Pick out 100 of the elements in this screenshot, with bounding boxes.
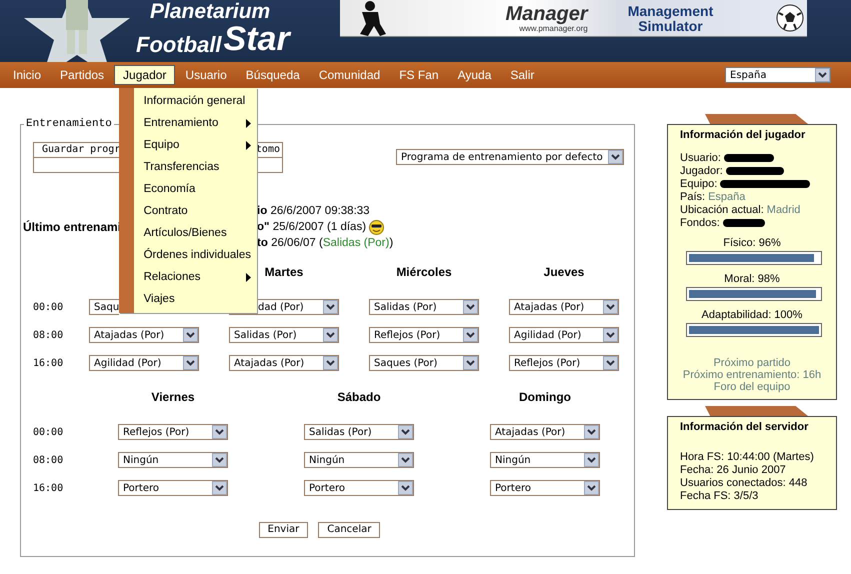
redaction-mark <box>722 218 765 226</box>
server-info-line: Fecha: 26 Junio 2007 <box>680 464 787 477</box>
nav-item[interactable]: Ayuda <box>448 65 500 85</box>
star-logo-icon <box>22 0 132 62</box>
meter-label: Adaptabilidad: 100% <box>700 309 804 321</box>
chevron-down-icon <box>603 328 618 342</box>
menu-item[interactable]: Relaciones <box>134 266 257 288</box>
menu-item[interactable]: Información general <box>134 90 257 112</box>
field-value: Madrid <box>766 204 800 216</box>
chevron-down-icon <box>815 68 830 82</box>
field-label: País: <box>680 190 706 202</box>
menu-item[interactable]: Economía <box>134 178 257 200</box>
card-link[interactable]: Próximo partido <box>713 357 791 369</box>
nav-item[interactable]: Comunidad <box>310 65 390 85</box>
training-select[interactable]: Salidas (Por) <box>229 327 339 343</box>
logo-text: Star <box>224 22 290 56</box>
menu-item[interactable]: Transferencias <box>134 156 257 178</box>
training-select[interactable]: Atajadas (Por) <box>89 327 199 343</box>
chevron-down-icon <box>212 453 227 467</box>
chevron-down-icon <box>398 453 413 467</box>
form-button[interactable]: Cancelar <box>318 522 380 538</box>
training-select[interactable]: Reflejos (Por) <box>369 327 479 343</box>
chevron-down-icon <box>584 453 599 467</box>
training-select[interactable]: Atajadas (Por) <box>509 299 619 315</box>
chevron-down-icon <box>212 425 227 439</box>
chevron-down-icon <box>463 300 478 314</box>
server-info-line: Usuarios conectados: 448 <box>680 477 808 490</box>
nav-item[interactable]: Salir <box>501 65 544 85</box>
panel-legend: Entrenamiento <box>24 118 114 130</box>
nav-item[interactable]: FS Fan <box>390 65 448 85</box>
chevron-down-icon <box>398 481 413 495</box>
banner-title: Simulator <box>638 19 703 34</box>
day-heading: Sábado <box>337 390 381 404</box>
training-select[interactable]: Atajadas (Por) <box>490 424 600 440</box>
time-label: 08:00 <box>33 454 64 466</box>
chevron-down-icon <box>463 328 478 342</box>
chevron-down-icon <box>323 328 338 342</box>
chevron-down-icon <box>323 356 338 370</box>
chevron-down-icon <box>603 300 618 314</box>
program-select[interactable]: Programa de entrenamiento por defecto <box>396 149 624 165</box>
server-info-line: Hora FS: 10:44:00 (Martes) <box>680 451 815 464</box>
chevron-down-icon <box>183 356 198 370</box>
training-select[interactable]: Saqu <box>89 299 119 315</box>
info-line: to 26/06/07 (Salidas (Por)) <box>257 237 394 249</box>
form-button[interactable]: Enviar <box>258 522 308 538</box>
banner-title: Management <box>628 4 714 19</box>
training-link[interactable]: Salidas (Por) <box>322 237 390 249</box>
submenu-arrow-icon <box>246 140 251 150</box>
training-select[interactable]: Portero <box>118 480 228 496</box>
nav-item[interactable]: Partidos <box>51 65 114 85</box>
menu-item[interactable]: Entrenamiento <box>134 112 257 134</box>
chevron-down-icon <box>463 356 478 370</box>
training-select[interactable]: Reflejos (Por) <box>509 355 619 371</box>
card-link[interactable]: Próximo entrenamiento: 16h <box>682 369 822 381</box>
training-select[interactable]: Portero <box>490 480 600 496</box>
day-heading: Domingo <box>519 390 571 404</box>
country-select[interactable]: España <box>725 67 831 83</box>
submenu-arrow-icon <box>246 272 251 282</box>
chevron-down-icon <box>398 425 413 439</box>
logo-text: Football <box>136 34 222 56</box>
nav-item[interactable]: Inicio <box>4 65 50 85</box>
field-label: Equipo: <box>680 178 718 190</box>
training-select[interactable]: Agilidad (Por) <box>89 355 199 371</box>
training-select[interactable]: Reflejos (Por) <box>118 424 228 440</box>
time-label: 16:00 <box>33 358 64 368</box>
day-heading: Miércoles <box>396 265 452 279</box>
training-select[interactable]: Portero <box>304 480 414 496</box>
chevron-down-icon <box>584 481 599 495</box>
nav-item[interactable]: Usuario <box>176 65 236 85</box>
training-select[interactable]: Ningún <box>304 452 414 468</box>
nav-item[interactable]: Jugador <box>114 65 176 85</box>
time-label: 00:00 <box>33 302 64 312</box>
time-label: 00:00 <box>33 426 64 438</box>
training-select[interactable]: Atajadas (Por) <box>229 355 339 371</box>
training-select[interactable]: Agilidad (Por) <box>509 327 619 343</box>
card-link[interactable]: Foro del equipo <box>714 381 790 393</box>
time-label: 16:00 <box>33 482 64 494</box>
field-label: Fondos: <box>680 216 720 228</box>
training-select[interactable]: Ningún <box>490 452 600 468</box>
meter-label: Moral: 98% <box>723 273 781 285</box>
training-select[interactable]: Saques (Por) <box>369 355 479 371</box>
menu-item[interactable]: Órdenes individuales <box>134 244 257 266</box>
training-select[interactable]: Ningún <box>118 452 228 468</box>
nav-item[interactable]: Búsqueda <box>236 65 309 85</box>
logo-text: Planetarium <box>150 1 272 22</box>
menu-item[interactable]: Contrato <box>134 200 257 222</box>
server-info-line: Fecha FS: 3/5/3 <box>680 490 760 503</box>
menu-item[interactable]: Equipo <box>134 134 257 156</box>
chevron-down-icon <box>603 356 618 370</box>
day-heading: Jueves <box>544 265 584 279</box>
banner-brand: Manager <box>504 4 588 24</box>
submenu-arrow-icon <box>246 118 251 128</box>
time-label: 08:00 <box>33 330 64 340</box>
field-label: Ubicación actual: <box>680 204 764 216</box>
field-label: Jugador: <box>680 164 723 176</box>
training-select[interactable]: Salidas (Por) <box>369 299 479 315</box>
redaction-mark <box>724 154 774 162</box>
menu-item[interactable]: Artículos/Bienes <box>134 222 257 244</box>
training-select[interactable]: Salidas (Por) <box>304 424 414 440</box>
chevron-down-icon <box>183 328 198 342</box>
